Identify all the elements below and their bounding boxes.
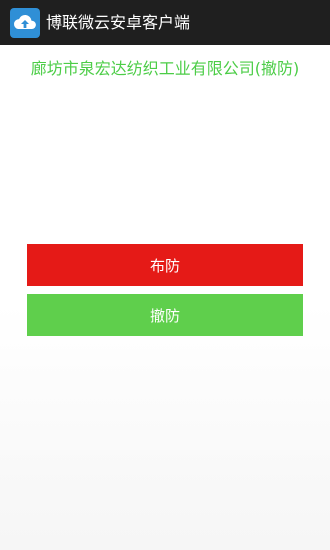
disarm-button-label: 撤防: [149, 306, 180, 325]
arm-button[interactable]: 布防: [27, 244, 303, 286]
app-title: 博联微云安卓客户端: [46, 13, 191, 32]
title-bar: 博联微云安卓客户端: [0, 0, 330, 45]
cloud-upload-icon: [10, 7, 40, 38]
company-name: 廊坊市泉宏达纺织工业有限公司(撤防): [30, 59, 300, 78]
faint-watermark-row: [10, 122, 320, 134]
arm-button-label: 布防: [149, 256, 180, 275]
disarm-button[interactable]: 撤防: [27, 294, 303, 336]
company-header: 廊坊市泉宏达纺织工业有限公司(撤防): [0, 45, 330, 89]
